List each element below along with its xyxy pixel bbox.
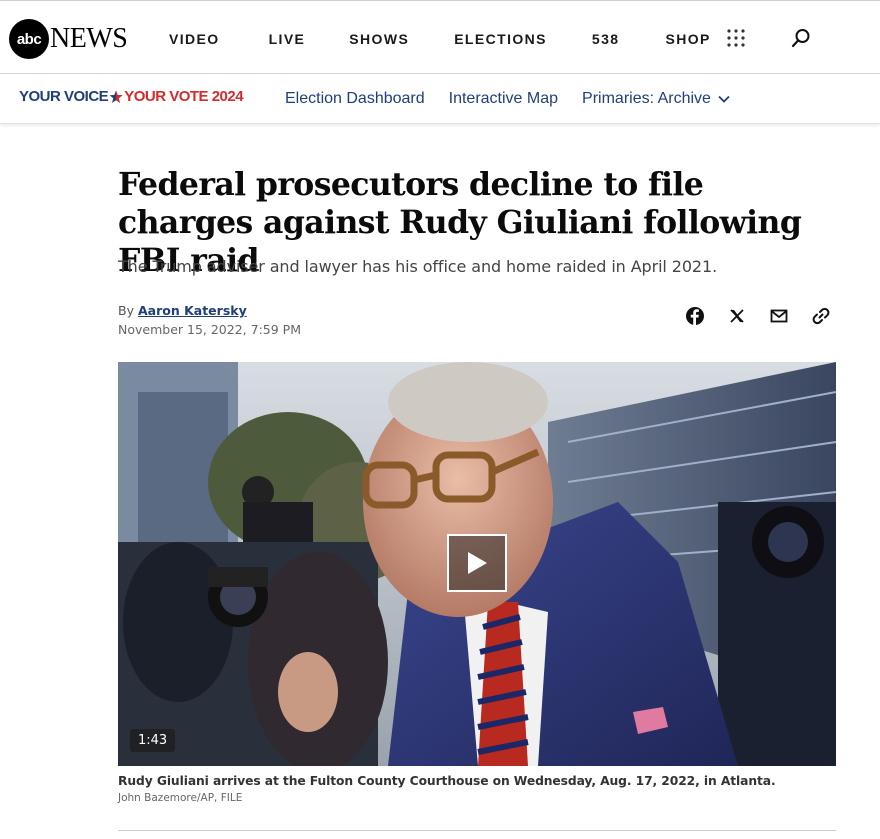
publish-date: November 15, 2022, 7:59 PM xyxy=(118,322,301,337)
nav-video[interactable]: VIDEO xyxy=(169,31,220,47)
photo-credit: John Bazemore/AP, FILE xyxy=(118,792,243,804)
news-wordmark: NEWS xyxy=(50,23,128,54)
primaries-archive-label: Primaries: Archive xyxy=(582,90,711,107)
chevron-down-icon xyxy=(718,95,730,103)
election-subnav: YOUR VOICE YOUR VOTE 2024 Election Dashb… xyxy=(0,74,880,124)
abc-logo-circle: abc xyxy=(9,19,49,59)
video-duration-badge: 1:43 xyxy=(130,729,176,752)
link-icon[interactable] xyxy=(811,306,831,326)
author-link[interactable]: Aaron Katersky xyxy=(138,303,247,318)
facebook-icon[interactable] xyxy=(685,306,705,326)
play-button[interactable] xyxy=(447,534,507,592)
article-subhead: The Trump adviser and lawyer has his off… xyxy=(118,257,718,276)
nav-elections[interactable]: ELECTIONS xyxy=(454,31,547,47)
subnav-links: Election Dashboard Interactive Map Prima… xyxy=(285,90,731,108)
nav-shop[interactable]: SHOP xyxy=(665,31,710,47)
byline: By Aaron Katersky xyxy=(118,303,247,318)
nav-shows[interactable]: SHOWS xyxy=(349,31,409,47)
photo-caption: Rudy Giuliani arrives at the Fulton Coun… xyxy=(118,774,776,788)
interactive-map-link[interactable]: Interactive Map xyxy=(449,90,558,108)
main-nav: VIDEO LIVE SHOWS ELECTIONS 538 SHOP xyxy=(169,31,751,47)
grid-dots-icon[interactable] xyxy=(727,29,745,47)
mail-icon[interactable] xyxy=(769,306,789,326)
top-navigation: abc NEWS VIDEO LIVE SHOWS ELECTIONS 538 … xyxy=(0,0,880,74)
your-voice-your-vote-brand[interactable]: YOUR VOICE YOUR VOTE 2024 xyxy=(19,88,244,105)
x-icon[interactable] xyxy=(727,306,747,326)
play-icon xyxy=(468,552,487,574)
search-icon[interactable] xyxy=(791,28,811,48)
nav-live[interactable]: LIVE xyxy=(269,31,306,47)
byline-prefix: By xyxy=(118,303,134,318)
star-icon xyxy=(109,90,123,103)
abc-news-logo[interactable]: abc NEWS xyxy=(9,19,128,59)
primaries-archive-dropdown[interactable]: Primaries: Archive xyxy=(582,90,731,108)
nav-538[interactable]: 538 xyxy=(592,31,620,47)
election-dashboard-link[interactable]: Election Dashboard xyxy=(285,90,425,108)
brand-text-voice: YOUR VOICE xyxy=(19,88,109,105)
divider xyxy=(118,830,836,831)
brand-text-vote: YOUR VOTE 2024 xyxy=(124,88,244,105)
